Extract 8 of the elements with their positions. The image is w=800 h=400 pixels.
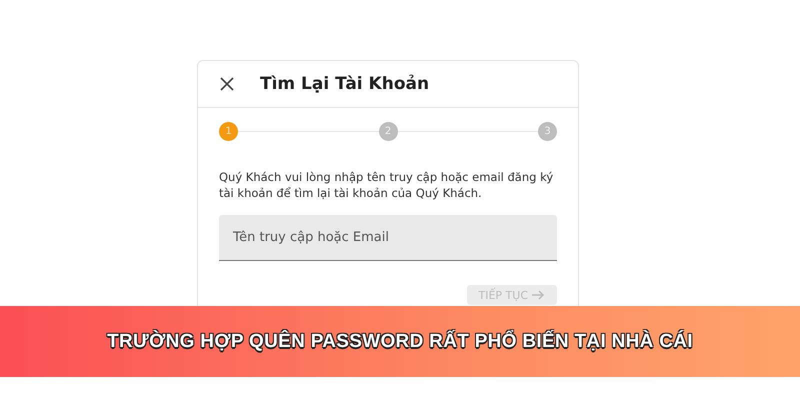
close-icon bbox=[220, 77, 234, 91]
caption-text: TRƯỜNG HỢP QUÊN PASSWORD RẤT PHỔ BIẾN TẠI NHÀ CÁI bbox=[107, 330, 693, 352]
arrow-icon bbox=[532, 290, 545, 300]
input-field[interactable]: Tên truy cập hoặc Email bbox=[219, 215, 557, 261]
step-indicator: 1 bbox=[219, 122, 238, 141]
dialog-title: Tìm Lại Tài Khoản bbox=[260, 74, 430, 94]
instruction-text: Quý Khách vui lòng nhập tên truy cập hoặc email đăng ký tài khoản để tìm lại tài khoản của Quý Khách. bbox=[219, 169, 554, 201]
close-button[interactable] bbox=[218, 75, 236, 93]
